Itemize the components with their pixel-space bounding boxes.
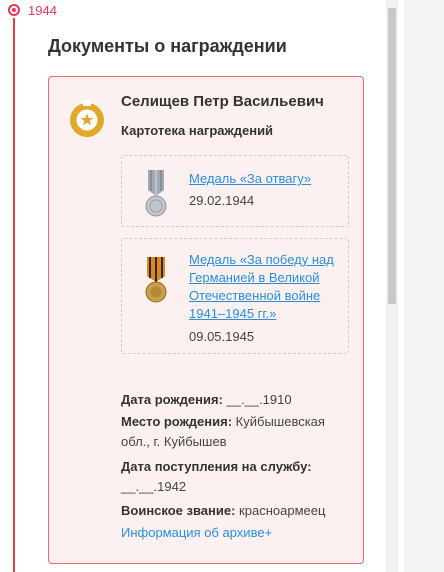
birth-place-label: Место рождения: xyxy=(121,414,233,429)
rank-value: красноармеец xyxy=(235,503,326,518)
medal-item: Медаль «За отвагу» 29.02.1944 xyxy=(121,155,349,227)
person-name: Селищев Петр Васильевич xyxy=(121,93,324,110)
birth-date-row: Дата рождения: __.__.1910 xyxy=(121,390,351,410)
service-date-label: Дата поступления на службу: xyxy=(121,459,312,474)
right-panel xyxy=(404,0,444,572)
medal-link[interactable]: Медаль «За победу над Германией в Велико… xyxy=(189,251,349,323)
medal-link[interactable]: Медаль «За отвагу» xyxy=(189,170,349,188)
timeline-dot-icon xyxy=(8,4,20,16)
birth-date-value: __.__.1910 xyxy=(222,392,292,407)
scrollbar-thumb[interactable] xyxy=(388,8,396,304)
service-date-value: __.__.1942 xyxy=(121,479,187,494)
card-subtitle: Картотека награждений xyxy=(121,123,274,138)
timeline-year: 1944 xyxy=(28,3,57,18)
rank-label: Воинское звание: xyxy=(121,503,236,518)
timeline-line xyxy=(13,18,15,572)
medal-item: Медаль «За победу над Германией в Велико… xyxy=(121,238,349,354)
medal-date: 29.02.1944 xyxy=(189,193,255,208)
birth-place-row: Место рождения: Куйбышевская обл., г. Ку… xyxy=(121,412,351,452)
medal-for-courage-icon xyxy=(145,170,167,217)
medal-victory-over-germany-icon xyxy=(145,257,167,303)
award-card: Селищев Петр Васильевич Картотека награж… xyxy=(48,76,364,564)
archive-info-link[interactable]: Информация об архиве+ xyxy=(121,525,272,540)
section-title: Документы о награждении xyxy=(48,36,287,56)
award-star-icon xyxy=(70,100,104,137)
medal-date: 09.05.1945 xyxy=(189,329,255,344)
service-date-row: Дата поступления на службу: __.__.1942 xyxy=(121,457,351,497)
birth-date-label: Дата рождения: xyxy=(121,392,223,407)
rank-row: Воинское звание: красноармеец xyxy=(121,501,351,521)
